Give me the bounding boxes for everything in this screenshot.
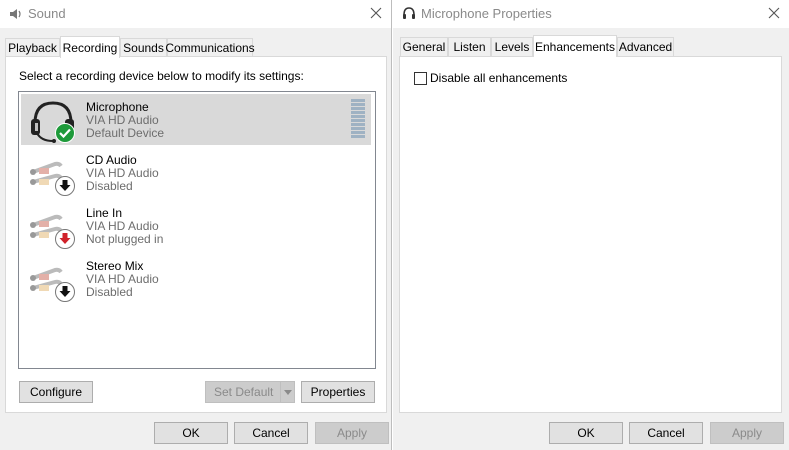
close-button[interactable] [759, 0, 789, 26]
set-default-label: Set Default [214, 385, 274, 399]
tab-playback[interactable]: Playback [5, 38, 60, 57]
device-list: Microphone VIA HD Audio Default Device C… [18, 91, 376, 369]
device-item-line-in[interactable]: Line In VIA HD Audio Not plugged in [21, 200, 371, 251]
window-title: Microphone Properties [421, 6, 552, 21]
device-driver: VIA HD Audio [86, 166, 159, 180]
device-status: Disabled [86, 285, 133, 299]
microphone-properties-window: Microphone Properties General Listen Lev… [393, 0, 789, 450]
apply-button[interactable]: Apply [710, 422, 784, 444]
close-button[interactable] [361, 0, 391, 26]
device-item-microphone[interactable]: Microphone VIA HD Audio Default Device [21, 94, 371, 145]
device-status: Default Device [86, 126, 165, 140]
instruction-text: Select a recording device below to modif… [19, 69, 304, 83]
device-item-cd-audio[interactable]: CD Audio VIA HD Audio Disabled [21, 147, 371, 198]
configure-button[interactable]: Configure [19, 381, 93, 403]
device-name: Line In [86, 206, 123, 220]
close-icon [768, 7, 780, 19]
device-driver: VIA HD Audio [86, 219, 159, 233]
disable-enhancements-label[interactable]: Disable all enhancements [430, 71, 567, 85]
tab-general[interactable]: General [400, 37, 448, 56]
speaker-icon [8, 6, 24, 22]
tab-sounds[interactable]: Sounds [120, 38, 167, 57]
tab-levels[interactable]: Levels [491, 37, 533, 56]
enhancements-panel [399, 56, 782, 413]
disabled-arrow-badge [55, 282, 75, 302]
device-status: Disabled [86, 179, 133, 193]
disable-enhancements-checkbox[interactable] [414, 71, 427, 85]
properties-button[interactable]: Properties [301, 381, 375, 403]
tab-recording[interactable]: Recording [60, 36, 120, 58]
device-name: Microphone [86, 100, 149, 114]
close-icon [370, 7, 382, 19]
tab-advanced[interactable]: Advanced [617, 37, 674, 56]
device-driver: VIA HD Audio [86, 272, 159, 286]
set-default-dropdown[interactable] [280, 382, 294, 402]
cancel-button[interactable]: Cancel [629, 422, 703, 444]
tab-communications[interactable]: Communications [165, 38, 255, 57]
device-name: Stereo Mix [86, 259, 144, 273]
device-driver: VIA HD Audio [86, 113, 159, 127]
default-check-badge [55, 123, 75, 143]
device-status: Not plugged in [86, 232, 164, 246]
ok-button[interactable]: OK [154, 422, 228, 444]
ok-button[interactable]: OK [549, 422, 623, 444]
sound-window: Sound Playback Recording Sounds Communic… [0, 0, 392, 450]
mic-properties-titlebar: Microphone Properties [393, 0, 789, 28]
apply-button[interactable]: Apply [315, 422, 389, 444]
tab-listen[interactable]: Listen [448, 37, 491, 56]
device-name: CD Audio [86, 153, 137, 167]
device-item-stereo-mix[interactable]: Stereo Mix VIA HD Audio Disabled [21, 253, 371, 304]
chevron-down-icon [283, 389, 292, 395]
disable-enhancements-option[interactable]: Disable all enhancements [414, 71, 567, 85]
microphone-icon [401, 6, 417, 22]
cancel-button[interactable]: Cancel [234, 422, 308, 444]
disabled-arrow-badge [55, 176, 75, 196]
set-default-button[interactable]: Set Default [205, 381, 295, 403]
window-title: Sound [28, 6, 66, 21]
tab-enhancements[interactable]: Enhancements [533, 35, 617, 57]
unplugged-arrow-badge [55, 229, 75, 249]
level-meter [351, 99, 365, 141]
sound-titlebar: Sound [0, 0, 391, 28]
